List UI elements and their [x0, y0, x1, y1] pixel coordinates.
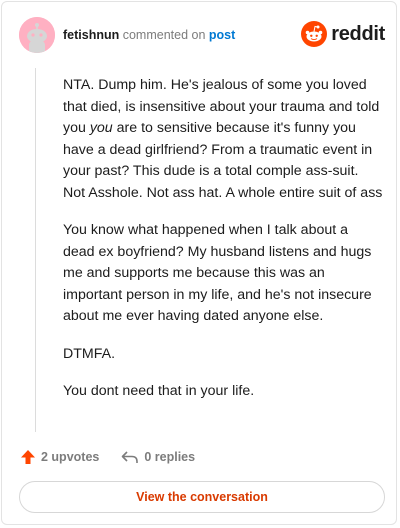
byline: fetishnun commented on post [63, 28, 235, 42]
thread-line[interactable] [35, 68, 36, 432]
byline-action: commented on [122, 28, 206, 42]
comment-card: fetishnun commented on post reddit NTA. … [1, 1, 397, 525]
avatar[interactable] [19, 17, 55, 53]
comment-paragraph-2: You know what happened when I talk about… [63, 222, 372, 324]
snoo-avatar-icon [19, 17, 55, 53]
upvote-count: 2 upvotes [41, 450, 100, 464]
view-conversation-button[interactable]: View the conversation [19, 481, 385, 513]
reply-arrow-icon [122, 451, 139, 463]
comment-paragraph-4: You dont need that in your life. [63, 383, 255, 399]
emphasis-text: you [89, 120, 113, 136]
comment-paragraph-1: NTA. Dump him. He's jealous of some you … [63, 77, 383, 201]
comment-paragraph-3: DTMFA. [63, 345, 116, 362]
reddit-wordmark: reddit [331, 22, 385, 45]
reddit-snoo-icon [301, 21, 328, 47]
comment-header: fetishnun commented on post reddit [19, 17, 385, 53]
upvote-arrow-icon [21, 450, 35, 464]
comment-body: NTA. Dump him. He's jealous of some you … [63, 75, 383, 419]
comment-actions: 2 upvotes 0 replies [20, 447, 217, 467]
upvote-button[interactable]: 2 upvotes [20, 449, 99, 465]
reply-count: 0 replies [144, 450, 196, 464]
reply-button[interactable]: 0 replies [121, 449, 195, 465]
username[interactable]: fetishnun [63, 28, 119, 42]
reddit-logo[interactable]: reddit [301, 21, 385, 47]
post-link[interactable]: post [209, 28, 235, 42]
